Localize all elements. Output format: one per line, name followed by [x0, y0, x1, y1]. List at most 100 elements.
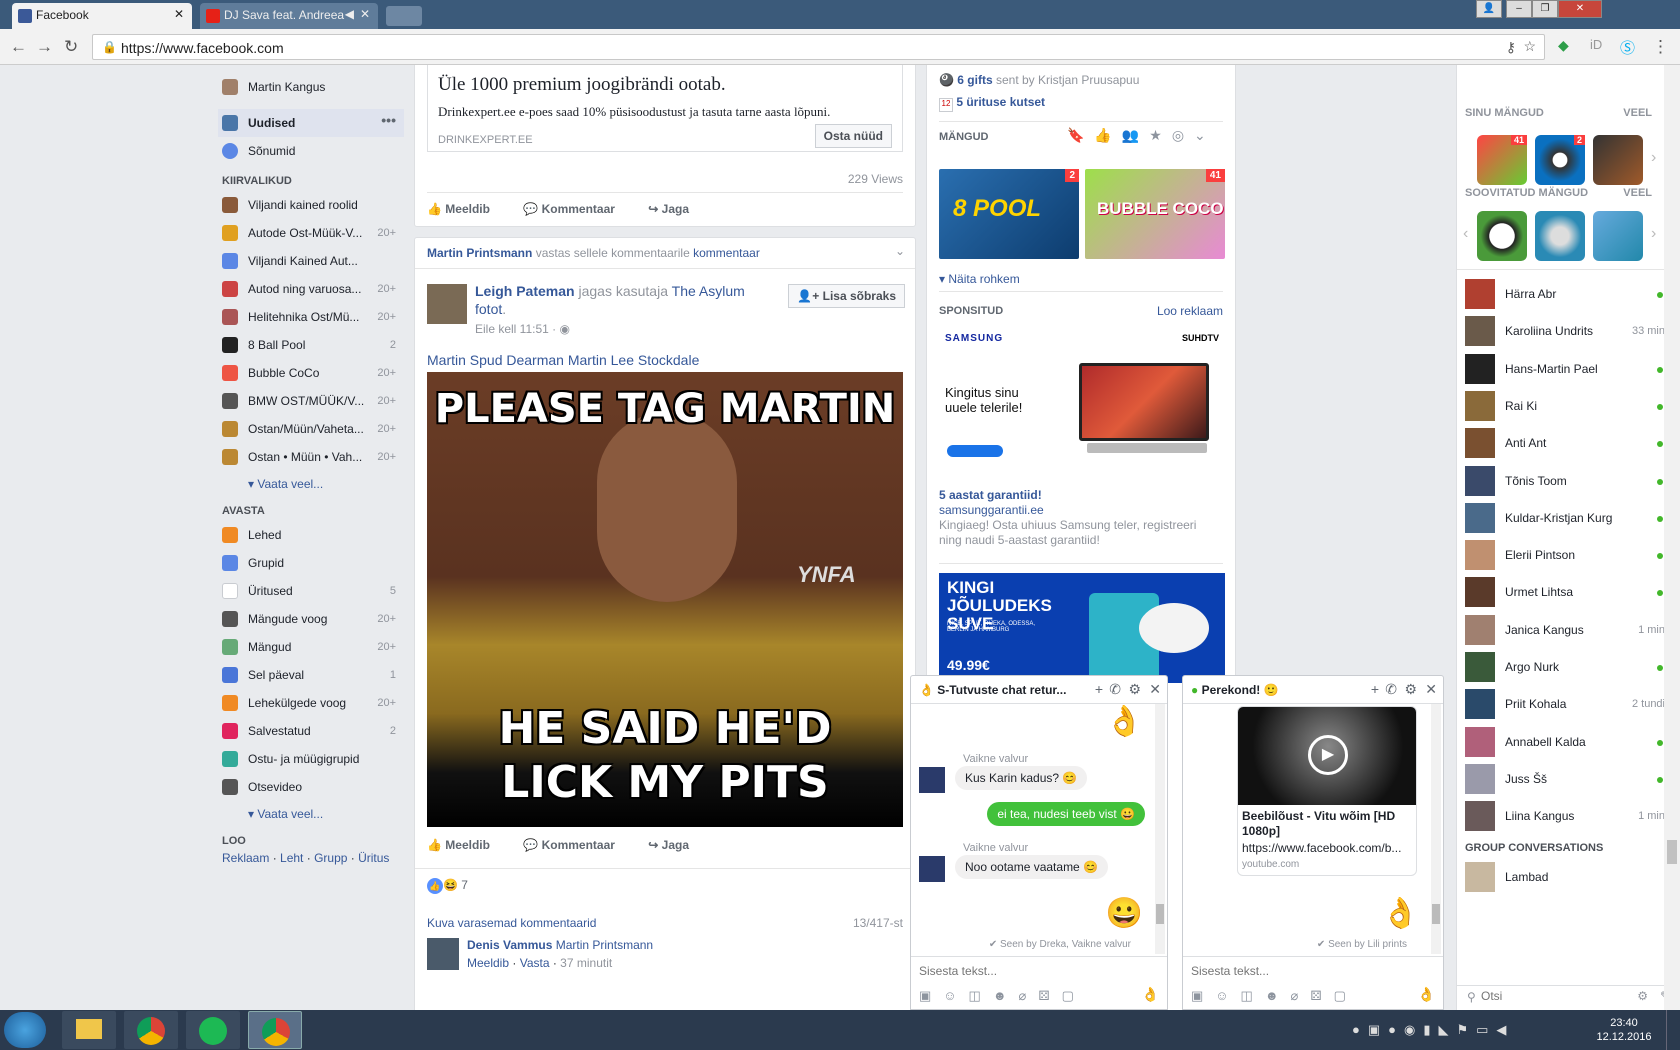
game-icon-warrior[interactable]	[1593, 135, 1643, 185]
reload-icon[interactable]: ↻	[64, 37, 78, 57]
comment-like-link[interactable]: Meeldib	[467, 956, 509, 970]
video-share-card[interactable]: ▶ Beebilõust - Vitu wõim [HD 1080p] http…	[1237, 706, 1417, 876]
chevron-right-icon[interactable]: ›	[1651, 149, 1656, 167]
friend-list-item[interactable]: Janica Kangus 1 min	[1465, 613, 1665, 647]
close-icon[interactable]: ✕	[1149, 681, 1161, 698]
author-link[interactable]: Leigh Pateman	[475, 283, 575, 299]
sidebar-item-shortcut[interactable]: Autod ning varuosa... 20+	[218, 275, 404, 303]
tab-youtube[interactable]: DJ Sava feat. Andreea ◀ ✕	[200, 3, 378, 29]
shop-now-button[interactable]: Osta nüüd	[814, 124, 892, 148]
taskbar-chrome[interactable]	[124, 1011, 178, 1049]
phone-icon[interactable]: ✆	[1109, 681, 1121, 698]
taskbar-chrome-active[interactable]	[248, 1011, 302, 1049]
comment-button[interactable]: 💬 Kommentaar	[523, 202, 615, 216]
start-button[interactable]	[4, 1012, 46, 1048]
ad-domain[interactable]: samsunggarantii.ee	[939, 503, 1044, 517]
game-tile-bubble-coco[interactable]: BUBBLE COCO 41	[1085, 169, 1225, 259]
close-window-button[interactable]: ✕	[1558, 0, 1602, 18]
comment-author-link[interactable]: Denis Vammus	[467, 938, 552, 952]
add-people-icon[interactable]: +	[1095, 681, 1103, 697]
skype-icon[interactable]: Ⓢ	[1620, 37, 1635, 58]
friend-list-item[interactable]: Härra Abr	[1465, 277, 1665, 311]
see-more-explore[interactable]: ▾ Vaata veel...	[218, 801, 404, 825]
friend-list-item[interactable]: Juss Šš	[1465, 762, 1665, 796]
phone-icon[interactable]: ✆	[1385, 681, 1397, 698]
show-desktop-button[interactable]	[1666, 1010, 1680, 1050]
friend-list-item[interactable]: Annabell Kalda	[1465, 725, 1665, 759]
view-previous-comments[interactable]: Kuva varasemad kommentaarid	[427, 916, 596, 930]
friend-list-item[interactable]: Urmet Lihtsa	[1465, 575, 1665, 609]
friend-list-item[interactable]: Karoliina Undrits 33 min	[1465, 314, 1665, 348]
sidebar-item-shortcut[interactable]: Helitehnika Ost/Mü... 20+	[218, 303, 404, 331]
game-icon-bubble[interactable]: 41	[1477, 135, 1527, 185]
ad-link-preview[interactable]: Üle 1000 premium joogibrändi ootab. Drin…	[427, 65, 903, 152]
game-icon-soccer[interactable]	[1477, 211, 1527, 261]
extension-icon[interactable]: ◆	[1558, 37, 1569, 54]
friend-list-item[interactable]: Tõnis Toom	[1465, 464, 1665, 498]
menu-icon[interactable]: ⋮	[1652, 37, 1669, 57]
close-tab-icon[interactable]: ✕	[174, 7, 184, 21]
chevron-left-icon[interactable]: ‹	[1463, 225, 1468, 243]
gear-icon[interactable]: ⚙	[1128, 681, 1141, 698]
post-tags[interactable]: Martin Spud Dearman Martin Lee Stockdale	[427, 352, 699, 368]
gear-icon[interactable]: ⚙	[1404, 681, 1417, 698]
game-icon-pool[interactable]: 2	[1535, 135, 1585, 185]
tab-facebook[interactable]: Facebook ✕	[12, 3, 192, 29]
system-tray-icons[interactable]: ●▣●◉▮◣⚑▭◀	[1352, 1022, 1514, 1038]
friend-list-item[interactable]: Elerii Pintson	[1465, 538, 1665, 572]
bookmark-star-icon[interactable]: ☆	[1523, 38, 1536, 55]
create-page-link[interactable]: Leht	[280, 851, 303, 865]
chat-toolbar[interactable]: ▣☺◫☻⌀⚄▢	[919, 988, 1086, 1004]
sidebar-item-shortcut[interactable]: Viljandi kained roolid	[218, 191, 404, 219]
gear-icon[interactable]: ⚙	[1637, 989, 1648, 1003]
sidebar-item-explore[interactable]: Mängude voog 20+	[218, 605, 404, 633]
gifts-link[interactable]: 6 gifts	[957, 73, 992, 87]
sidebar-item-explore[interactable]: Lehed	[218, 521, 404, 549]
chat-scrollbar[interactable]	[1431, 704, 1441, 954]
your-games-more[interactable]: VEEL	[1623, 107, 1652, 119]
show-more-games[interactable]: ▾ Näita rohkem	[939, 272, 1020, 286]
id-extension-icon[interactable]: iD	[1590, 37, 1602, 52]
sidebar-item-shortcut[interactable]: BMW OST/MÜÜK/V... 20+	[218, 387, 404, 415]
group-conversation-item[interactable]: Lambad	[1465, 860, 1665, 894]
see-more-shortcuts[interactable]: ▾ Vaata veel...	[218, 471, 404, 495]
taskbar-explorer[interactable]	[62, 1011, 116, 1049]
chevron-right-icon[interactable]: ›	[1651, 225, 1656, 243]
shared-from-link[interactable]: The Asylum	[672, 283, 745, 299]
sidebar-item-explore[interactable]: Sel päeval 1	[218, 661, 404, 689]
friend-list-item[interactable]: Kuldar-Kristjan Kurg	[1465, 501, 1665, 535]
new-tab-button[interactable]	[386, 6, 422, 26]
emoji-send-icon[interactable]: 👌	[1418, 986, 1435, 1003]
sidebar-item-shortcut[interactable]: Ostan/Müün/Vaheta... 20+	[218, 415, 404, 443]
clock[interactable]: 23:40 12.12.2016	[1594, 1016, 1654, 1044]
taskbar-spotify[interactable]	[186, 1011, 240, 1049]
sidebar-item-explore[interactable]: Üritused 5	[218, 577, 404, 605]
profile-button[interactable]: 👤	[1476, 0, 1502, 18]
play-icon[interactable]: ▶	[1308, 735, 1348, 775]
share-button[interactable]: ↪ Jaga	[648, 838, 689, 852]
maximize-button[interactable]: ❐	[1532, 0, 1558, 18]
add-people-icon[interactable]: +	[1371, 681, 1379, 697]
game-tile-8-pool[interactable]: 8 POOL 2	[939, 169, 1079, 259]
forward-icon[interactable]: →	[36, 37, 53, 57]
chat-search-input[interactable]	[1481, 989, 1601, 1003]
post-photo[interactable]: PLEASE TAG MARTIN HE SAID HE'D LICK MY P…	[427, 372, 903, 827]
key-icon[interactable]: ⚷	[1506, 39, 1516, 56]
comment-button[interactable]: 💬 Kommentaar	[523, 838, 615, 852]
profile-link[interactable]: Martin Kangus	[218, 73, 404, 101]
samsung-ad-image[interactable]: SAMSUNG SUHDTV Kingitus sinu uuele teler…	[939, 327, 1225, 477]
emoji-send-icon[interactable]: 👌	[1142, 986, 1159, 1003]
create-event-link[interactable]: Üritus	[358, 851, 389, 865]
avatar[interactable]	[427, 284, 467, 324]
chat-scrollbar[interactable]	[1155, 704, 1165, 954]
comment-mention[interactable]: Martin Printsmann	[556, 938, 653, 952]
travel-ad-image[interactable]: KINGI JÕULUDEKS SUVE NICE, SPLIT, RIJEKA…	[939, 573, 1225, 683]
url-input[interactable]: 🔒 https://www.facebook.com ⚷ ☆	[92, 34, 1545, 60]
activity-actor-link[interactable]: Martin Printsmann	[427, 246, 532, 260]
add-friend-button[interactable]: 👤+ Lisa sõbraks	[788, 284, 905, 308]
more-options-icon[interactable]: •••	[381, 112, 396, 128]
friend-list-item[interactable]: Liina Kangus 1 min	[1465, 799, 1665, 833]
sidebar-item-explore[interactable]: Mängud 20+	[218, 633, 404, 661]
friend-list-item[interactable]: Argo Nurk	[1465, 650, 1665, 684]
photo-link[interactable]: fotot	[475, 301, 502, 317]
